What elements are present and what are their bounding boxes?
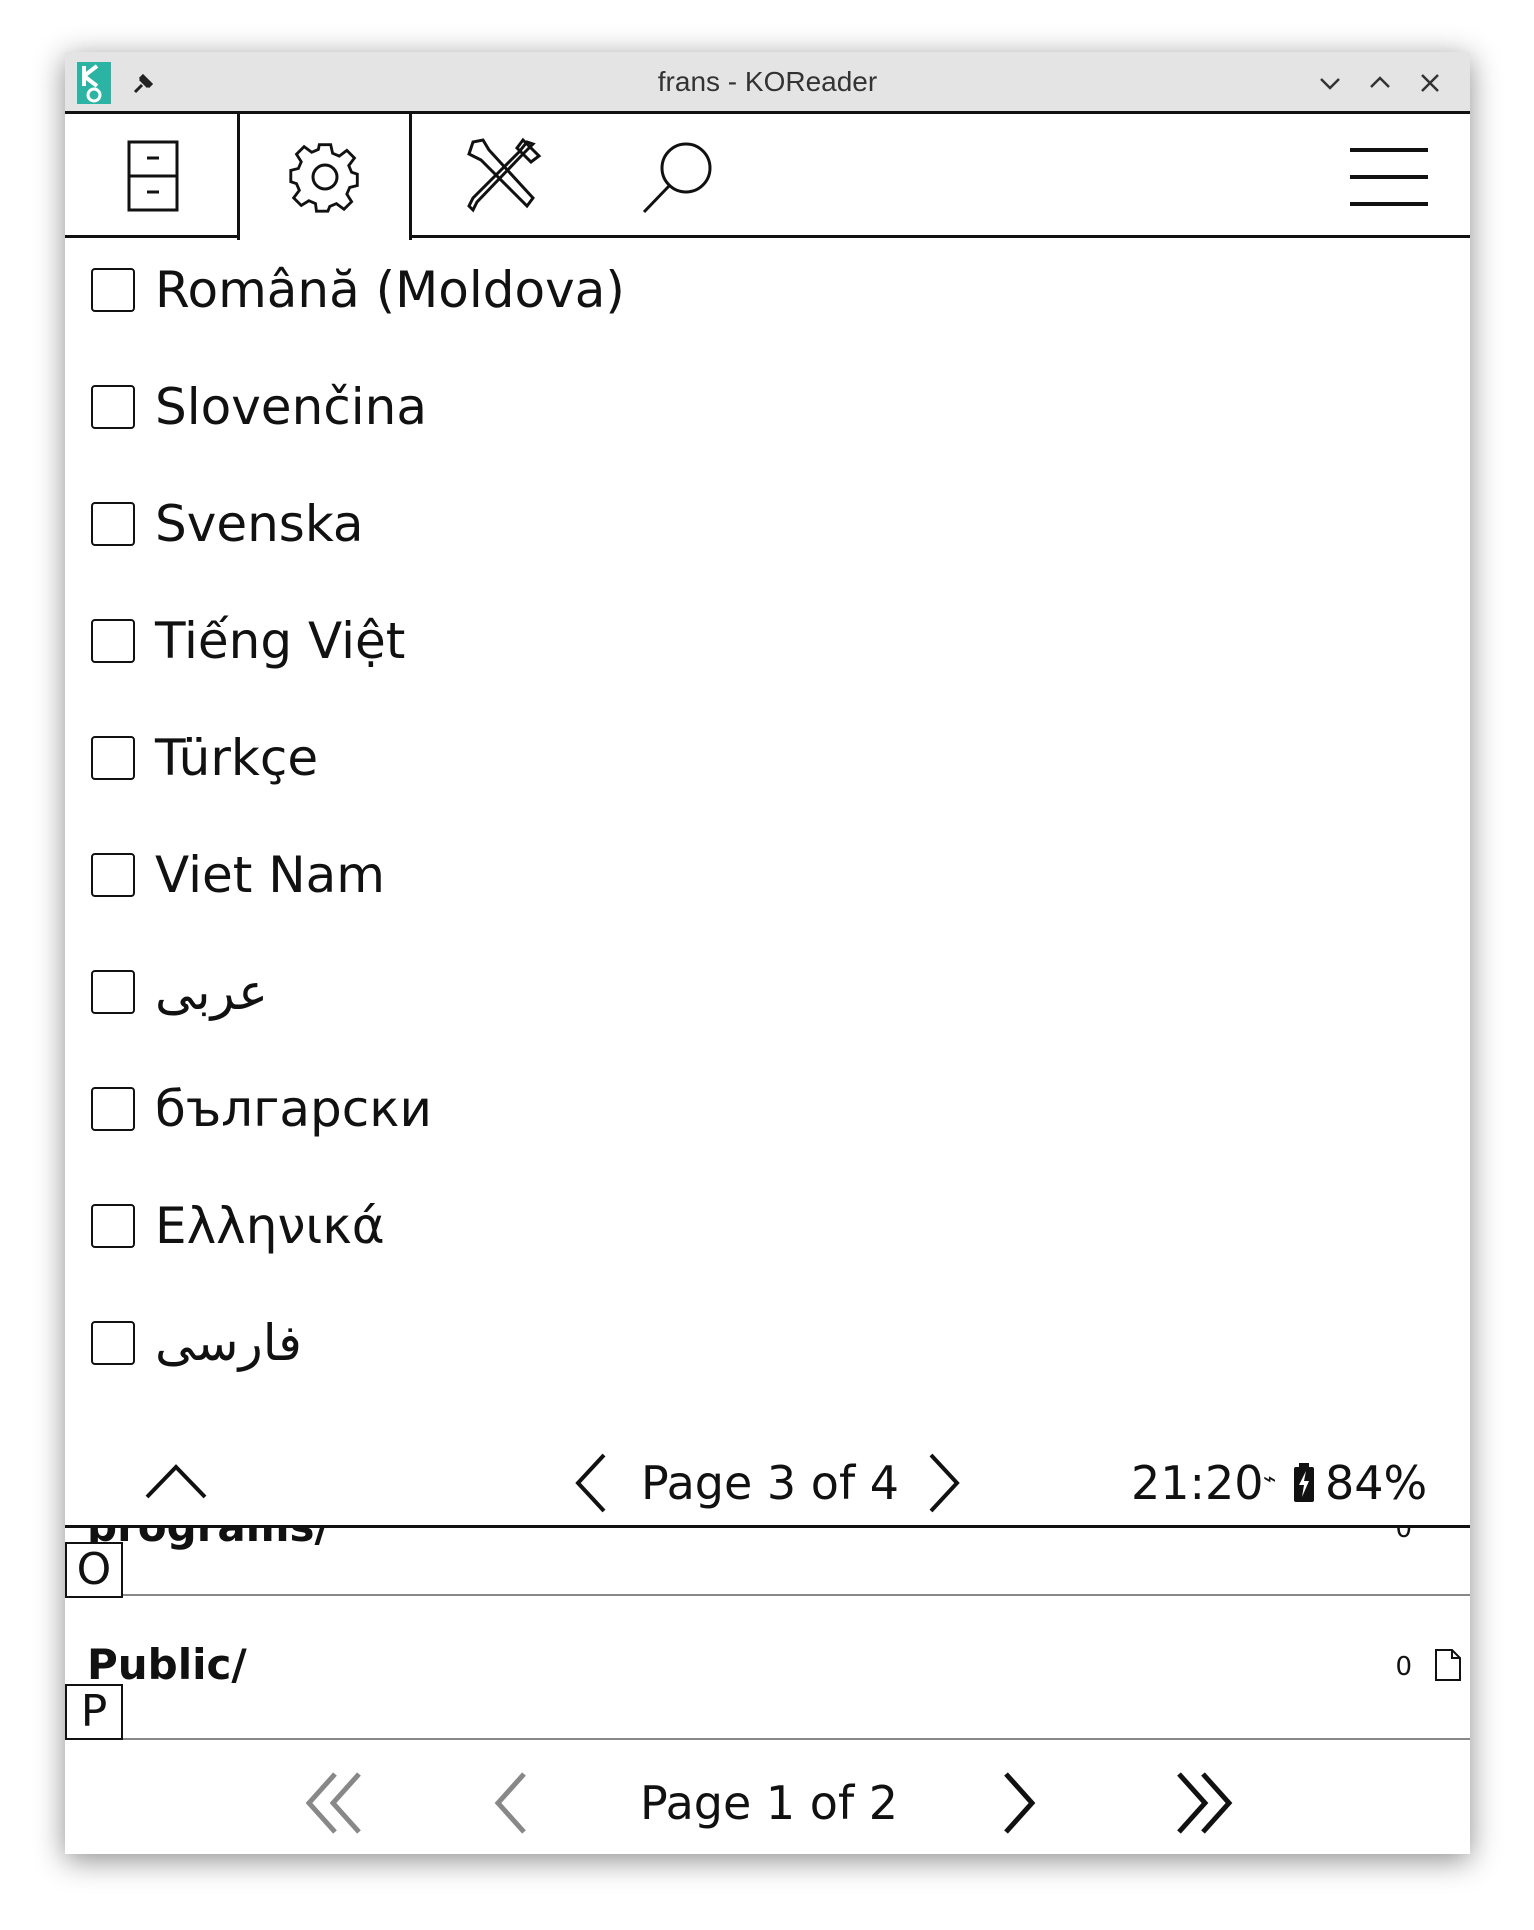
file-browser-footer: Page 1 of 2 xyxy=(65,1742,1470,1854)
koreader-window: frans - KOReader Română (Moldova) Sloven… xyxy=(65,52,1470,1854)
checkbox[interactable] xyxy=(91,385,135,429)
list-item[interactable]: Svenska xyxy=(65,472,1470,589)
folder-letter-box: O xyxy=(65,1542,123,1598)
checkbox[interactable] xyxy=(91,502,135,546)
next-page-icon[interactable] xyxy=(1000,1770,1040,1836)
checkbox[interactable] xyxy=(91,970,135,1014)
title-bar: frans - KOReader xyxy=(65,52,1470,114)
page-indicator[interactable]: Page 1 of 2 xyxy=(639,1770,899,1836)
list-item-label: Türkçe xyxy=(155,729,319,787)
folder-letter-box: P xyxy=(65,1684,123,1740)
page-indicator[interactable]: Page 3 of 4 xyxy=(625,1451,915,1515)
wifi-off-icon: ⌁ xyxy=(1263,1467,1277,1492)
list-item-label: فارسی xyxy=(155,1314,302,1372)
chevron-up-icon[interactable] xyxy=(143,1459,209,1503)
previous-page-icon[interactable] xyxy=(490,1770,530,1836)
tab-filemanager[interactable] xyxy=(65,114,240,238)
battery-charging-icon xyxy=(1294,1463,1314,1502)
list-item[interactable]: Viet Nam xyxy=(65,823,1470,940)
folder-name: programs/ xyxy=(87,1528,330,1551)
search-icon xyxy=(642,142,711,214)
file-count: 0 xyxy=(1395,1528,1412,1544)
file-count: 0 xyxy=(1395,1652,1412,1682)
first-page-icon[interactable] xyxy=(303,1770,367,1836)
checkbox[interactable] xyxy=(91,1204,135,1248)
checkbox[interactable] xyxy=(91,853,135,897)
last-page-icon[interactable] xyxy=(1171,1770,1235,1836)
tools-icon xyxy=(466,137,541,213)
close-button[interactable] xyxy=(1415,68,1445,98)
folder-name: Public/ xyxy=(87,1640,247,1689)
chevron-left-icon[interactable] xyxy=(570,1451,610,1515)
hamburger-menu-icon[interactable] xyxy=(1350,146,1428,208)
checkbox[interactable] xyxy=(91,268,135,312)
window-title: frans - KOReader xyxy=(657,66,878,97)
battery-level: 84% xyxy=(1325,1456,1428,1510)
list-item[interactable]: Türkçe xyxy=(65,706,1470,823)
list-item-label: Svenska xyxy=(155,495,364,553)
checkbox[interactable] xyxy=(91,736,135,780)
list-item[interactable]: Română (Moldova) xyxy=(65,238,1470,355)
menu-toolbar xyxy=(65,114,1470,240)
tab-settings[interactable] xyxy=(237,114,412,240)
maximize-button[interactable] xyxy=(1365,68,1395,98)
chevron-right-icon[interactable] xyxy=(925,1451,965,1515)
file-icon xyxy=(1435,1649,1461,1681)
list-item-label: български xyxy=(155,1080,432,1138)
file-row[interactable]: programs/ 0 xyxy=(65,1528,1470,1596)
menu-footer: Page 3 of 4 21:20 ⌁ 84% xyxy=(65,1427,1470,1537)
list-item[interactable]: Ελληνικά xyxy=(65,1174,1470,1291)
list-item-label: عربى xyxy=(155,963,269,1021)
gear-icon xyxy=(288,143,359,213)
file-cabinet-icon xyxy=(127,140,178,212)
checkbox[interactable] xyxy=(91,619,135,663)
tab-tools[interactable] xyxy=(415,114,590,238)
list-item-label: Română (Moldova) xyxy=(155,261,625,319)
checkbox[interactable] xyxy=(91,1321,135,1365)
list-item[interactable]: عربى xyxy=(65,940,1470,1057)
tab-search[interactable] xyxy=(590,114,765,238)
list-item[interactable]: Slovenčina xyxy=(65,355,1470,472)
list-item-label: Tiếng Việt xyxy=(155,612,406,670)
minimize-button[interactable] xyxy=(1315,68,1345,98)
list-item[interactable]: Tiếng Việt xyxy=(65,589,1470,706)
list-item[interactable]: български xyxy=(65,1057,1470,1174)
list-item-label: Ελληνικά xyxy=(155,1197,385,1255)
list-item-label: Slovenčina xyxy=(155,378,427,436)
list-item[interactable]: فارسی xyxy=(65,1291,1470,1408)
clock: 21:20 xyxy=(1131,1456,1264,1510)
list-item-label: Viet Nam xyxy=(155,846,386,904)
file-row[interactable]: Public/ 0 xyxy=(65,1596,1470,1740)
checkbox[interactable] xyxy=(91,1087,135,1131)
